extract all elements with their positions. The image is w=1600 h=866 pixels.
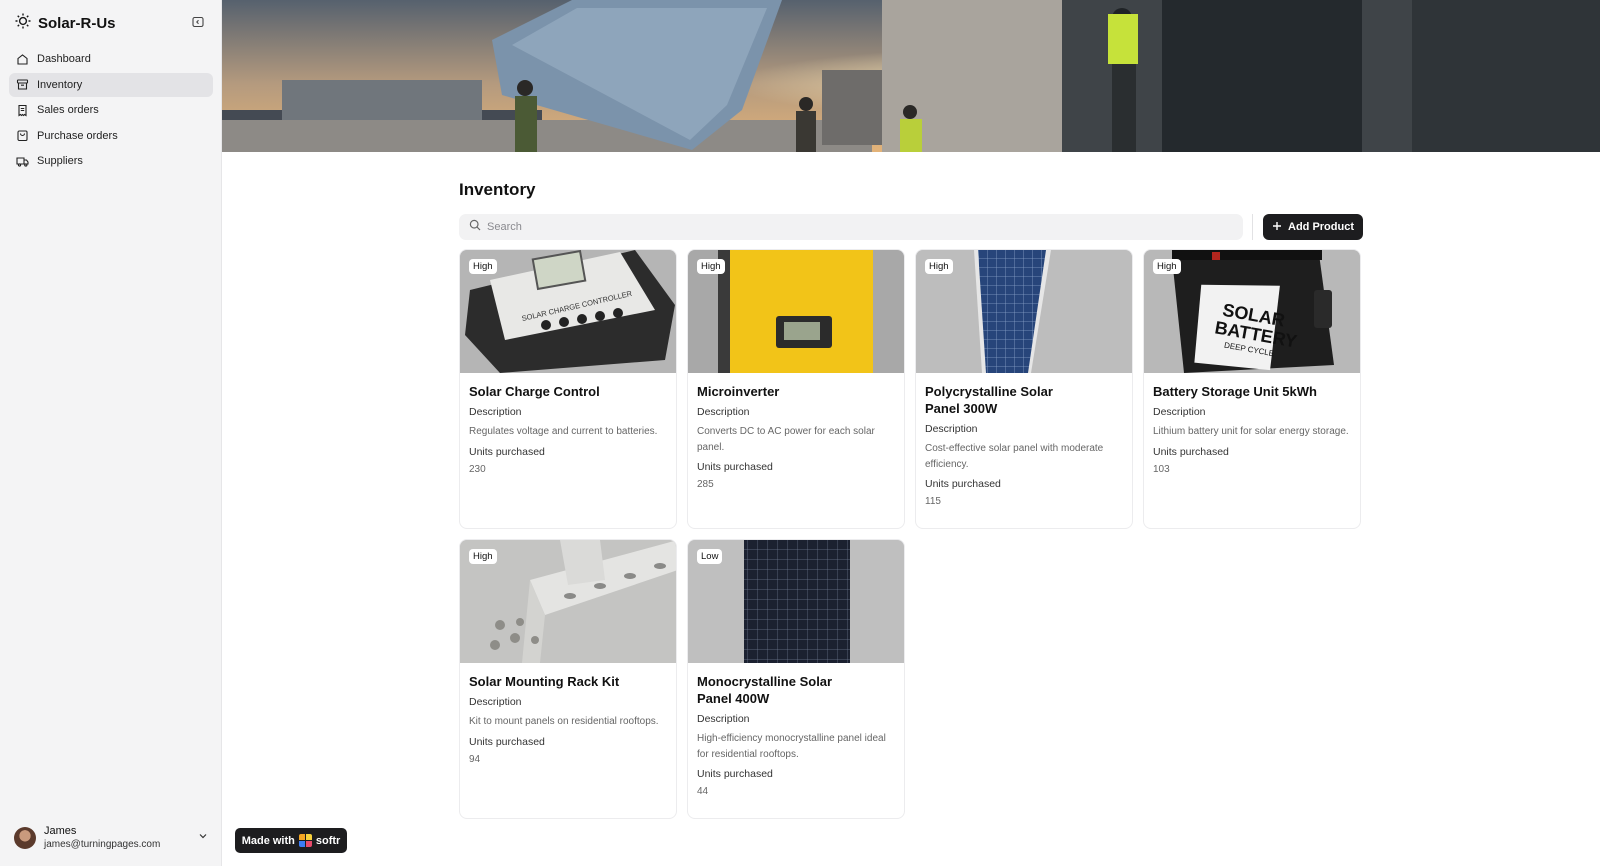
product-image: SOLAR BATTERY DEEP CYCLE High [1144, 250, 1360, 373]
units-label: Units purchased [697, 461, 773, 473]
units-value: 285 [697, 479, 714, 490]
priority-badge: High [925, 259, 953, 274]
sidebar-item-suppliers[interactable]: Suppliers [9, 149, 213, 173]
hero-banner-image [222, 0, 1600, 152]
description-label: Description [469, 406, 522, 418]
add-product-label: Add Product [1288, 221, 1354, 233]
sidebar-item-label: Purchase orders [37, 129, 118, 142]
chevron-down-icon[interactable] [197, 829, 209, 841]
product-card[interactable]: High Polycrystalline Solar Panel 300W De… [915, 249, 1133, 529]
product-name: Battery Storage Unit 5kWh [1153, 384, 1317, 399]
product-name: Solar Mounting Rack Kit [469, 674, 620, 689]
page-title: Inventory [459, 180, 536, 199]
units-value: 230 [469, 463, 486, 475]
sidebar-item-label: Sales orders [37, 104, 99, 116]
product-card[interactable]: High Solar Mounting Rack Kit Description… [459, 539, 677, 819]
product-image: SOLAR CHARGE CONTROLLER High [460, 250, 676, 373]
sidebar-item-inventory[interactable]: Inventory [9, 72, 213, 97]
toolbar-divider [1252, 214, 1253, 240]
product-name: Polycrystalline Solar Panel 300W [925, 384, 1053, 416]
sidebar-item-label: Dashboard [37, 53, 91, 65]
product-description: Regulates voltage and current to batteri… [469, 426, 658, 437]
made-with-label: Made with [241, 834, 295, 847]
receipt-icon [16, 104, 29, 117]
product-description: High-efficiency monocrystalline panel id… [697, 733, 886, 760]
units-label: Units purchased [469, 735, 545, 748]
sidebar-collapse-icon[interactable] [192, 15, 208, 31]
product-image: High [916, 250, 1132, 373]
search-icon [469, 218, 481, 236]
softr-logo-icon [298, 834, 312, 847]
search-input[interactable] [487, 221, 1227, 233]
sidebar-item-dashboard[interactable]: Dashboard [9, 47, 213, 71]
units-label: Units purchased [925, 478, 1001, 490]
product-card[interactable]: High Microinverter Description Converts … [687, 249, 905, 529]
brand-name: Solar-R-Us [38, 15, 116, 32]
archive-icon [16, 78, 29, 91]
units-label: Units purchased [1153, 445, 1229, 458]
sidebar-item-label: Suppliers [37, 155, 83, 167]
description-label: Description [697, 713, 750, 725]
sidebar: Solar-R-Us Dashboard Inventory Sales ord… [0, 0, 222, 866]
units-value: 103 [1153, 463, 1170, 475]
units-value: 115 [925, 496, 941, 507]
product-image: Low [688, 540, 904, 663]
softr-brand: softr [315, 834, 341, 847]
description-label: Description [469, 696, 522, 708]
product-description: Cost-effective solar panel with moderate… [925, 443, 1104, 470]
product-description: Kit to mount panels on residential rooft… [469, 716, 659, 727]
search-bar[interactable] [459, 214, 1243, 240]
user-email: james@turningpages.com [44, 839, 161, 850]
brand[interactable]: Solar-R-Us [14, 12, 116, 35]
product-name: Solar Charge Control [469, 384, 600, 399]
description-label: Description [925, 423, 978, 435]
units-value: 94 [469, 753, 481, 765]
units-value: 44 [697, 786, 709, 797]
priority-badge: High [469, 259, 497, 274]
add-product-button[interactable]: Add Product [1263, 214, 1363, 240]
product-card[interactable]: Low Monocrystalline Solar Panel 400W Des… [687, 539, 905, 819]
sun-icon [14, 12, 32, 35]
sidebar-nav: Dashboard Inventory Sales orders Purchas… [9, 47, 213, 175]
product-description: Lithium battery unit for solar energy st… [1153, 426, 1349, 437]
user-menu[interactable]: James james@turningpages.com [14, 825, 209, 851]
product-description: Converts DC to AC power for each solar p… [697, 426, 875, 453]
description-label: Description [1153, 406, 1206, 418]
priority-badge: High [697, 259, 725, 274]
product-name: Monocrystalline Solar Panel 400W [697, 674, 833, 706]
sidebar-item-sales-orders[interactable]: Sales orders [9, 98, 213, 122]
sidebar-item-purchase-orders[interactable]: Purchase orders [9, 124, 213, 148]
made-with-softr-badge[interactable]: Made with softr [235, 828, 347, 853]
priority-badge: High [469, 549, 497, 564]
product-image: High [688, 250, 904, 373]
avatar [14, 827, 36, 849]
units-label: Units purchased [469, 445, 545, 458]
home-icon [16, 53, 29, 66]
truck-icon [16, 155, 29, 168]
product-name: Microinverter [697, 384, 780, 399]
units-label: Units purchased [697, 768, 773, 780]
bag-icon [16, 129, 29, 142]
sidebar-item-label: Inventory [37, 78, 83, 91]
product-card[interactable]: SOLAR CHARGE CONTROLLER High Solar Charg… [459, 249, 677, 529]
product-image: High [460, 540, 676, 663]
product-card[interactable]: SOLAR BATTERY DEEP CYCLE High Battery St… [1143, 249, 1361, 529]
priority-badge: Low [697, 549, 723, 564]
priority-badge: High [1153, 259, 1181, 274]
plus-icon [1272, 221, 1282, 234]
user-info: James james@turningpages.com [44, 825, 160, 851]
user-name: James [44, 825, 77, 837]
description-label: Description [697, 406, 750, 418]
